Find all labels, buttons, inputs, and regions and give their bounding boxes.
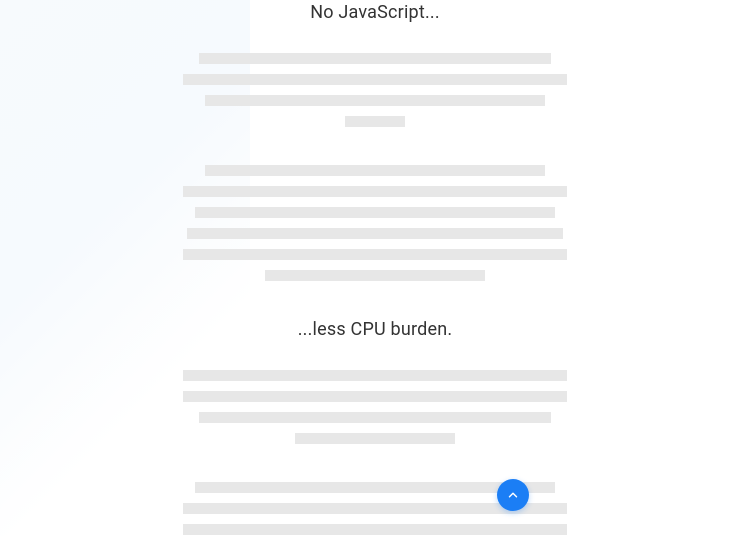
skeleton-line (183, 391, 567, 402)
skeleton-line (205, 95, 545, 106)
skeleton-line (183, 249, 567, 260)
paragraph-placeholder (175, 165, 575, 291)
skeleton-line (183, 524, 567, 535)
article-content: No JavaScript... ...less CPU burden. (105, 0, 645, 545)
section-heading-no-js: No JavaScript... (175, 0, 575, 23)
skeleton-line (199, 412, 551, 423)
skeleton-line (183, 186, 567, 197)
paragraph-placeholder (175, 53, 575, 137)
scroll-to-top-button[interactable] (497, 479, 529, 511)
skeleton-line (183, 74, 567, 85)
chevron-up-icon (506, 488, 520, 502)
skeleton-line (295, 433, 455, 444)
skeleton-line (195, 207, 555, 218)
skeleton-line (187, 228, 563, 239)
skeleton-line (183, 370, 567, 381)
skeleton-line (345, 116, 405, 127)
skeleton-line (199, 53, 551, 64)
section-heading-cpu: ...less CPU burden. (175, 319, 575, 340)
skeleton-line (205, 165, 545, 176)
skeleton-line (265, 270, 485, 281)
paragraph-placeholder (175, 370, 575, 454)
